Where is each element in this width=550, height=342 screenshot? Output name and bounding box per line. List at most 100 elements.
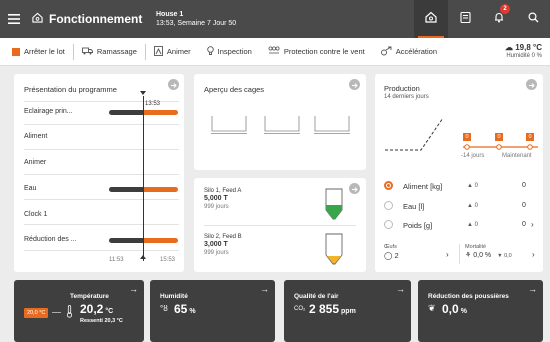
- cages-card[interactable]: Aperçu des cages: [194, 74, 366, 170]
- chevron-right-icon: ›: [532, 250, 535, 259]
- co2-label: CO₂: [294, 306, 306, 312]
- top-bar: Fonctionnement House 1 13:53, Semaine 7 …: [0, 0, 550, 38]
- silos-open-button[interactable]: [349, 183, 360, 194]
- program-card[interactable]: Présentation du programme Eclairage prin…: [14, 74, 184, 272]
- air-quality-value: 2 855 ppm: [309, 302, 356, 316]
- home-nav[interactable]: Fonctionnement: [28, 10, 144, 28]
- setpoint-connector: [52, 312, 61, 313]
- cages-open-button[interactable]: [349, 79, 360, 90]
- outside-temperature: 19,8 °C: [515, 43, 542, 52]
- production-row-trend: ▲ 0: [467, 222, 478, 228]
- production-row-trend: ▲ 0: [467, 203, 478, 209]
- pickup-button[interactable]: Ramassage: [74, 38, 145, 66]
- mortality-trend: ▼ 0,0: [497, 253, 512, 259]
- tab-alarms[interactable]: 2: [482, 0, 516, 38]
- humidity-value: 65%: [174, 302, 196, 316]
- tab-search[interactable]: [516, 0, 550, 38]
- program-bar-future: [143, 238, 178, 243]
- weather-info[interactable]: ☁ 19,8 °C Humidité 0 %: [505, 43, 542, 61]
- air-quality-card[interactable]: Qualité de l'air → CO₂ 2 855 ppm: [284, 280, 411, 342]
- tab-reports[interactable]: [448, 0, 482, 38]
- mortality-label: Mortalité: [465, 244, 487, 250]
- house-info[interactable]: House 1 13:53, Semaine 7 Jour 50: [156, 10, 236, 28]
- thermometer-icon: [66, 305, 73, 323]
- cloud-icon: ☁: [504, 43, 513, 52]
- cage-3-icon: [314, 116, 350, 134]
- chevron-right-icon: ›: [446, 250, 449, 259]
- production-row-label: Aliment [kg]: [403, 182, 443, 191]
- program-open-button[interactable]: [168, 79, 179, 90]
- production-row-value: 0: [522, 202, 526, 209]
- production-row-label: Eau [l]: [403, 202, 425, 211]
- acceleration-button[interactable]: Accélération: [373, 38, 445, 66]
- mortality-value: 0,0 %: [473, 252, 492, 259]
- data-label: 0: [495, 133, 503, 141]
- lightbulb-icon: [206, 45, 214, 58]
- program-bar-past: [109, 187, 143, 192]
- production-open-button[interactable]: [526, 79, 537, 90]
- silo-name: Silo 2, Feed B: [204, 234, 242, 240]
- mortality-summary[interactable]: Mortalité ⚘ 0,0 % ▼ 0,0 ›: [465, 244, 540, 259]
- acceleration-label: Accélération: [395, 47, 438, 56]
- program-row-label: Aliment: [24, 133, 48, 140]
- animate-label: Animer: [166, 47, 191, 56]
- dust-reduction-card[interactable]: Réduction des poussières → ❦ 0,0%: [418, 280, 543, 342]
- notification-badge: 2: [500, 4, 510, 14]
- production-row-value: 0: [522, 221, 526, 228]
- tab-house[interactable]: [414, 0, 448, 38]
- house-name: House 1: [156, 11, 184, 18]
- data-label: 0: [463, 133, 471, 141]
- silo-1[interactable]: Silo 1, Feed A 5,000 T 999 jours: [204, 187, 241, 211]
- current-time-label: 13:53: [145, 101, 161, 107]
- radio-button[interactable]: [384, 201, 393, 210]
- stop-icon: [12, 47, 20, 56]
- egg-icon: ◯: [384, 251, 393, 260]
- row-divider: [24, 174, 179, 175]
- stop-batch-label: Arrêter le lot: [24, 47, 65, 56]
- silo-divider: [204, 225, 356, 226]
- menu-icon[interactable]: [0, 14, 28, 24]
- humidity-card[interactable]: Humidité → °ȣ 65%: [150, 280, 275, 342]
- temperature-title: Température: [70, 293, 109, 300]
- arrow-right-icon: [170, 76, 177, 94]
- radio-button[interactable]: [384, 220, 393, 229]
- wind-icon: [268, 46, 280, 57]
- action-bar: Arrêter le lot Ramassage Animer Inspecti…: [0, 38, 550, 66]
- animate-button[interactable]: Animer: [146, 38, 199, 66]
- silo-2-icon: [325, 233, 343, 265]
- temperature-card[interactable]: Température → 20,0 °C 20,2 °C Ressenti 20…: [14, 280, 144, 342]
- silo-2[interactable]: Silo 2, Feed B 3,000 T 999 jours: [204, 233, 242, 257]
- production-row-trend: ▲ 0: [467, 183, 478, 189]
- row-divider: [24, 124, 179, 125]
- chevron-right-icon: ›: [531, 220, 534, 229]
- dust-icon: ❦: [428, 303, 436, 313]
- stop-batch-button[interactable]: Arrêter le lot: [0, 38, 73, 66]
- production-row-label: Poids [g]: [403, 221, 433, 230]
- eggs-summary[interactable]: Œufs ◯ 2 ›: [384, 244, 456, 260]
- wind-protection-button[interactable]: Protection contre le vent: [260, 38, 373, 66]
- setpoint-badge: 20,0 °C: [24, 308, 49, 318]
- cage-2-icon: [264, 116, 300, 134]
- outside-humidity: Humidité 0 %: [506, 53, 542, 59]
- row-divider: [24, 250, 179, 251]
- radio-button[interactable]: [384, 181, 393, 190]
- inspection-button[interactable]: Inspection: [199, 38, 260, 66]
- arrow-right-icon: →: [129, 284, 138, 294]
- program-title: Présentation du programme: [24, 85, 117, 94]
- row-divider: [24, 199, 179, 200]
- inspection-label: Inspection: [217, 47, 252, 56]
- house-icon: [425, 10, 437, 28]
- silo-name: Silo 1, Feed A: [204, 188, 242, 194]
- silos-card[interactable]: Silo 1, Feed A 5,000 T 999 jours Silo 2,…: [194, 178, 366, 272]
- truck-icon: [81, 47, 93, 57]
- eggs-value: 2: [394, 251, 399, 260]
- cages-title: Aperçu des cages: [204, 85, 265, 94]
- data-label: 0: [526, 133, 534, 141]
- production-card[interactable]: Production 14 derniers jours 0 0 0 -14 j…: [375, 74, 543, 272]
- silo-amount: 5,000 T: [204, 195, 228, 202]
- page-title: Fonctionnement: [49, 12, 143, 26]
- arrow-right-icon: →: [528, 284, 537, 294]
- arrow-right-icon: →: [260, 284, 269, 294]
- felt-temperature: Ressenti 20,3 °C: [80, 318, 123, 324]
- production-row-value: 0: [522, 182, 526, 189]
